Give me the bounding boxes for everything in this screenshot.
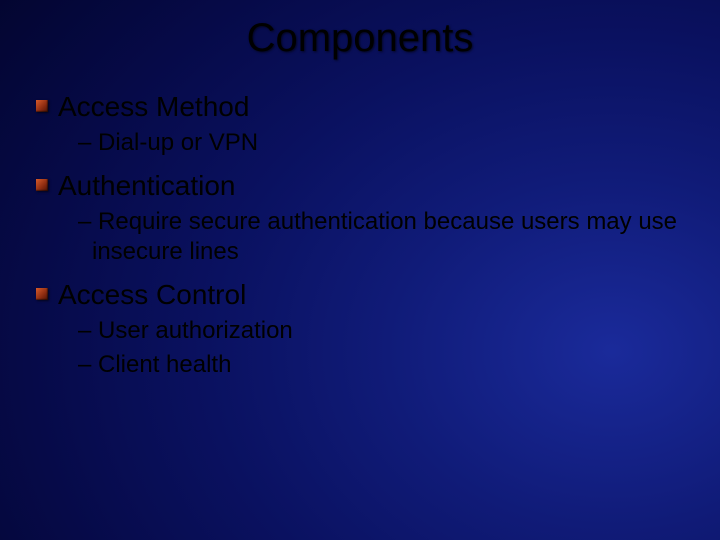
bullet-l2: Client health bbox=[78, 350, 680, 380]
bullet-l2: Require secure authentication because us… bbox=[78, 207, 680, 267]
bullet-l2: Dial-up or VPN bbox=[78, 128, 680, 158]
bullet-l1: Access Method bbox=[58, 89, 680, 124]
slide: Components Access Method Dial-up or VPN … bbox=[0, 0, 720, 540]
bullet-l1-text: Access Control bbox=[58, 279, 246, 310]
square-bullet-icon bbox=[36, 179, 48, 191]
bullet-group: Authentication Require secure authentica… bbox=[58, 168, 680, 267]
square-bullet-icon bbox=[36, 100, 48, 112]
slide-title: Components bbox=[0, 0, 720, 61]
bullet-l1: Authentication bbox=[58, 168, 680, 203]
bullet-group: Access Control User authorization Client… bbox=[58, 277, 680, 380]
bullet-l1: Access Control bbox=[58, 277, 680, 312]
slide-content: Access Method Dial-up or VPN Authenticat… bbox=[0, 61, 720, 380]
bullet-l1-text: Authentication bbox=[58, 170, 235, 201]
bullet-group: Access Method Dial-up or VPN bbox=[58, 89, 680, 158]
bullet-l2: User authorization bbox=[78, 316, 680, 346]
square-bullet-icon bbox=[36, 288, 48, 300]
bullet-l1-text: Access Method bbox=[58, 91, 249, 122]
